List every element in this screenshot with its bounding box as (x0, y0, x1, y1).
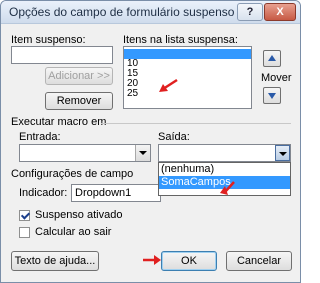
indicador-input[interactable]: Dropdown1 (71, 184, 161, 202)
suspenso-checkbox[interactable] (19, 210, 30, 221)
itens-lista-listbox[interactable]: 10 15 20 25 (123, 46, 252, 109)
suspenso-label: Suspenso ativado (35, 209, 123, 221)
calcular-checkbox[interactable] (19, 227, 30, 238)
ok-button[interactable]: OK (161, 251, 217, 271)
macro-separator (101, 123, 291, 124)
entrada-label: Entrada: (19, 131, 61, 143)
move-down-button[interactable] (263, 87, 281, 104)
red-arrow-icon (159, 78, 178, 92)
config-section-label: Configurações de campo (11, 168, 134, 180)
calcular-label: Calcular ao sair (35, 226, 112, 238)
arrow-up-icon (268, 55, 276, 61)
macro-section-label: Executar macro em (11, 116, 107, 128)
move-up-button[interactable] (263, 50, 281, 67)
entrada-dropdown-button[interactable] (135, 145, 150, 161)
saida-dropdown-button[interactable] (275, 145, 290, 161)
list-item[interactable]: 25 (124, 89, 251, 99)
texto-ajuda-button[interactable]: Texto de ajuda... (11, 251, 99, 271)
red-arrow-icon (143, 255, 161, 265)
dialog-title: Opções do campo de formulário suspenso (9, 5, 235, 19)
help-button[interactable]: ? (237, 3, 263, 21)
close-button[interactable]: X (264, 3, 296, 21)
arrow-down-icon (268, 93, 276, 99)
item-suspenso-label: Item suspenso: (11, 34, 86, 46)
dialog-window: Opções do campo de formulário suspenso ?… (0, 0, 301, 283)
remover-button[interactable]: Remover (45, 92, 113, 110)
list-item[interactable]: 10 (124, 59, 251, 69)
item-suspenso-input[interactable] (11, 46, 113, 64)
list-item[interactable]: 20 (124, 79, 251, 89)
indicador-value: Dropdown1 (75, 187, 132, 199)
saida-dropdown[interactable] (158, 144, 291, 162)
title-bar: Opções do campo de formulário suspenso ?… (1, 1, 300, 24)
list-item[interactable]: 15 (124, 69, 251, 79)
cancelar-button[interactable]: Cancelar (226, 251, 292, 271)
saida-label: Saída: (158, 131, 190, 143)
chevron-down-icon (279, 152, 287, 156)
list-item[interactable] (124, 49, 251, 59)
entrada-dropdown[interactable] (19, 144, 151, 162)
red-arrow-icon (220, 181, 235, 195)
option-nenhuma[interactable]: (nenhuma) (159, 163, 290, 176)
chevron-down-icon (139, 151, 147, 155)
itens-lista-label: Itens na lista suspensa: (123, 34, 238, 46)
mover-label: Mover (261, 72, 292, 84)
adicionar-button[interactable]: Adicionar >> (45, 67, 113, 85)
indicador-label: Indicador: (19, 187, 68, 199)
